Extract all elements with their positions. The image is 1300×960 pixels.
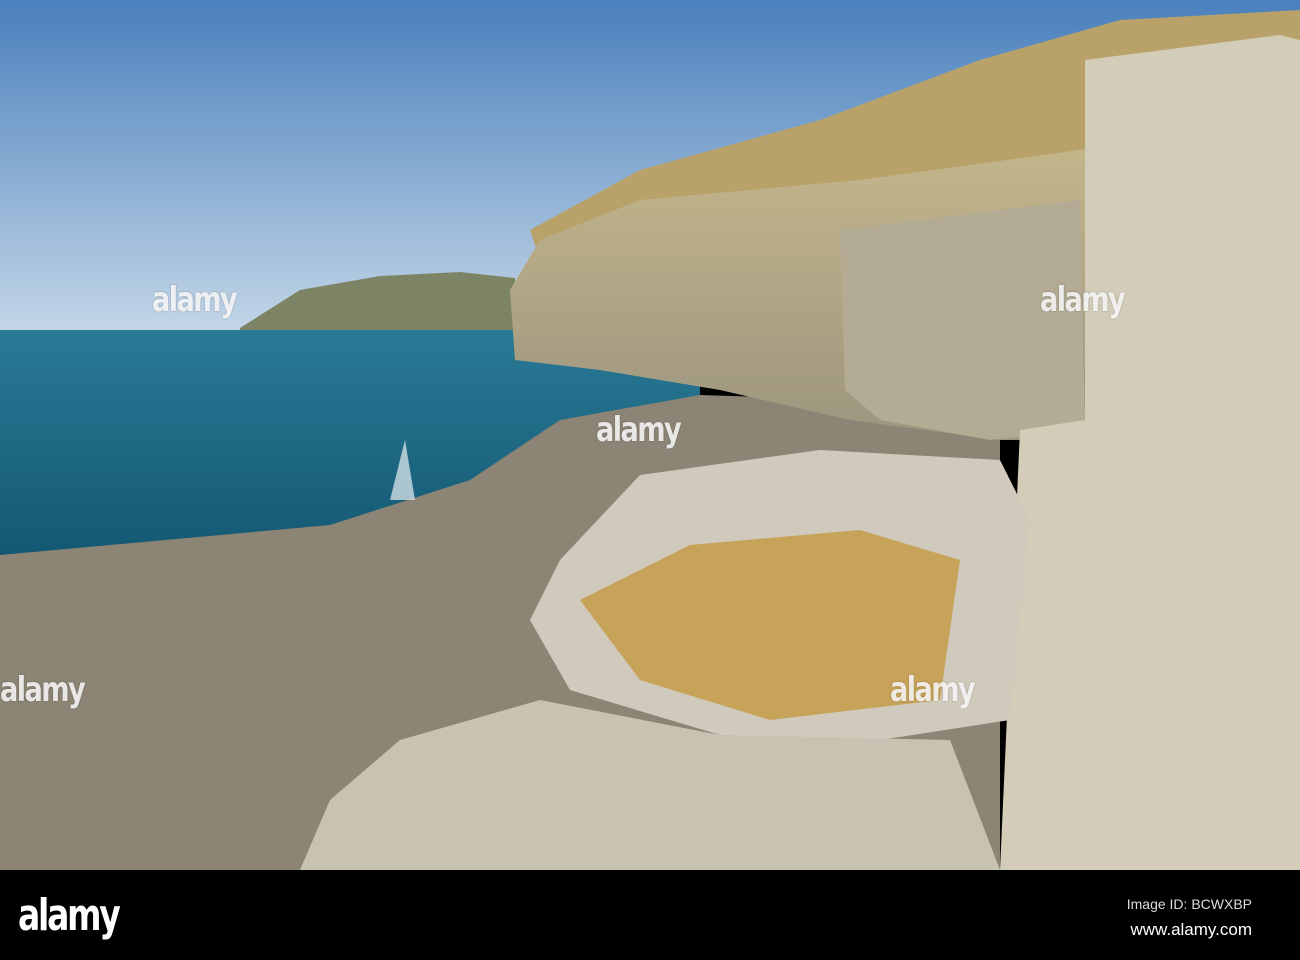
cliff-block [840,200,1085,440]
image-id: Image ID: BCWXBP [1126,896,1252,912]
watermark: alamy [890,670,976,710]
watermark: alamy [152,280,238,320]
watermark: alamy [0,670,86,710]
watermark: alamy [1040,280,1126,320]
watermark: alamy [596,410,682,450]
alamy-logo: alamy [18,890,121,941]
footer-bar: alamy Image ID: BCWXBP www.alamy.com [0,870,1300,960]
website-link[interactable]: www.alamy.com [1130,920,1252,940]
photo: alamy alamy alamy alamy alamy [0,0,1300,870]
